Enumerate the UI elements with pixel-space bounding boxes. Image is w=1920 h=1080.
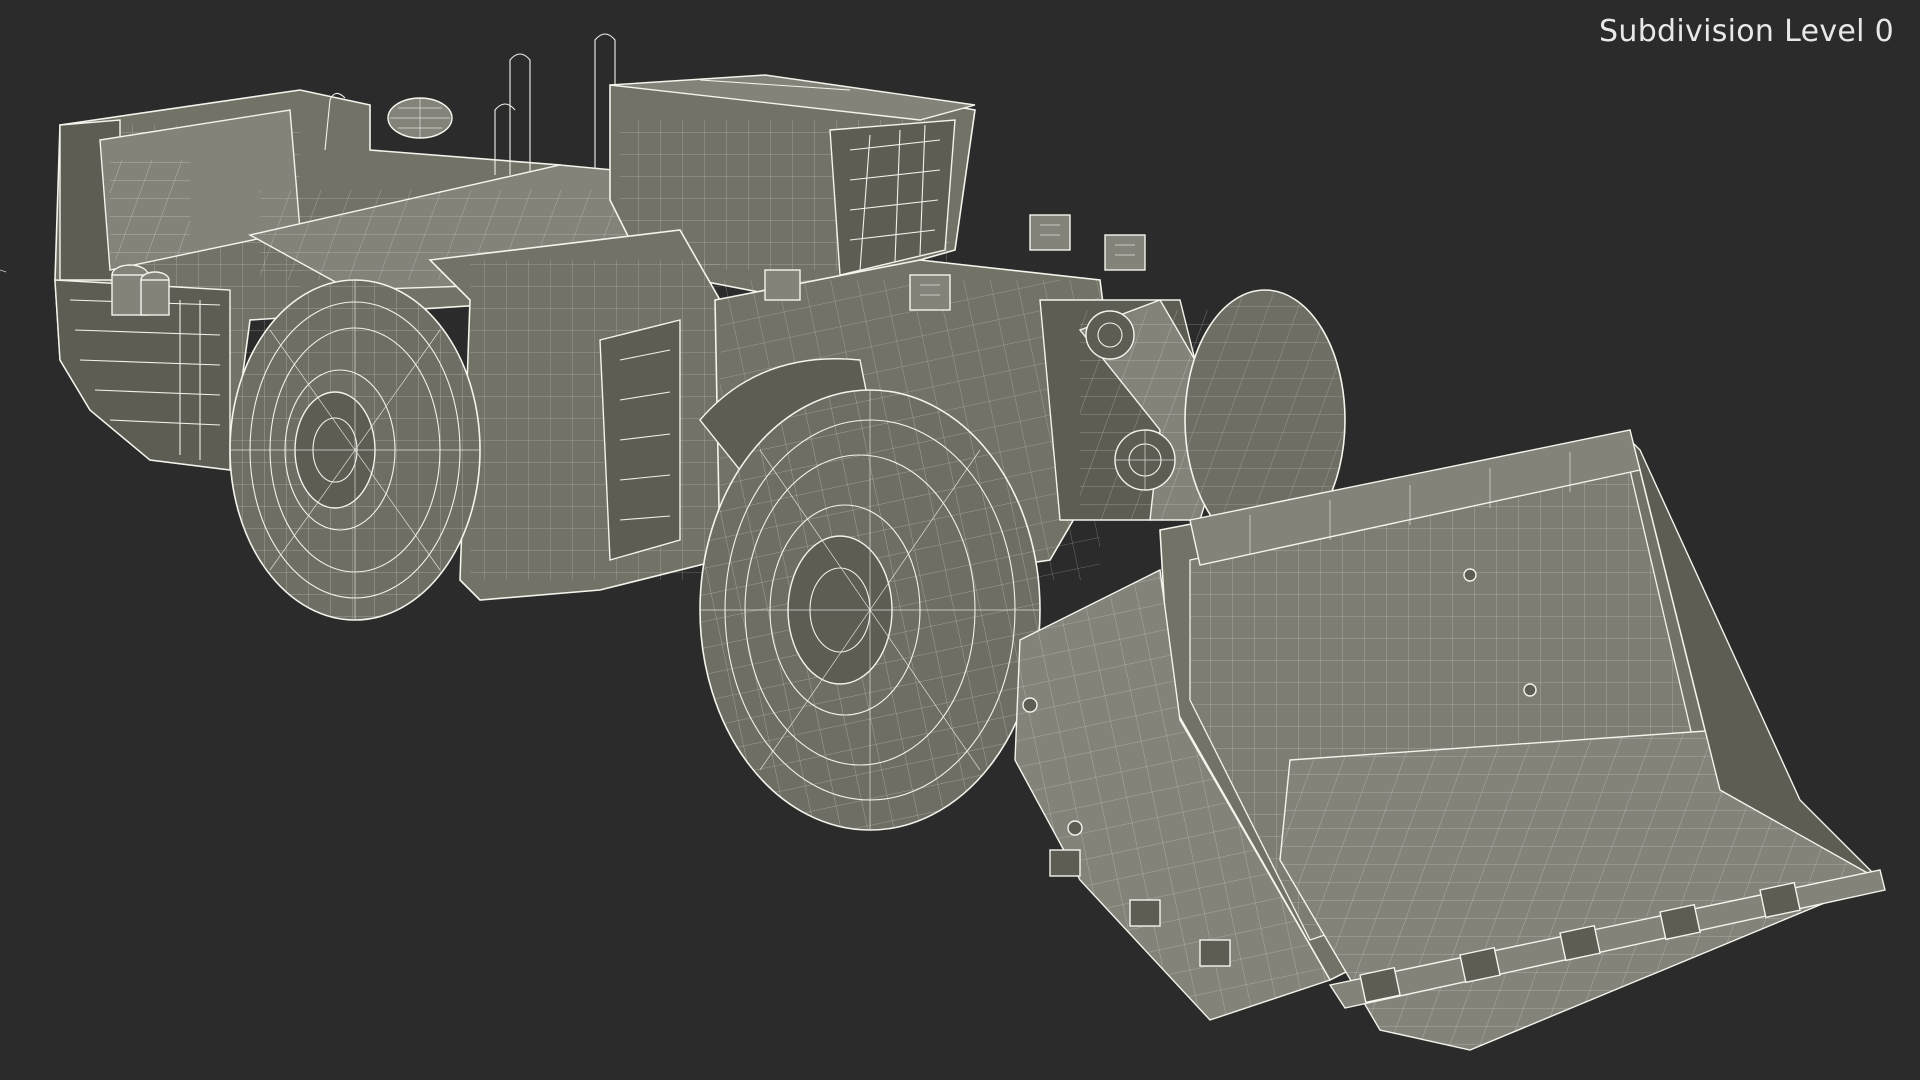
edge-detail bbox=[0, 269, 7, 273]
bucket bbox=[1014, 429, 1886, 1051]
3d-viewport[interactable]: Subdivision Level 0 bbox=[0, 0, 1920, 1080]
subdivision-level-label: Subdivision Level 0 bbox=[1599, 14, 1894, 49]
rear-wheel bbox=[229, 279, 481, 621]
loader-wireframe-render bbox=[0, 33, 1886, 1051]
